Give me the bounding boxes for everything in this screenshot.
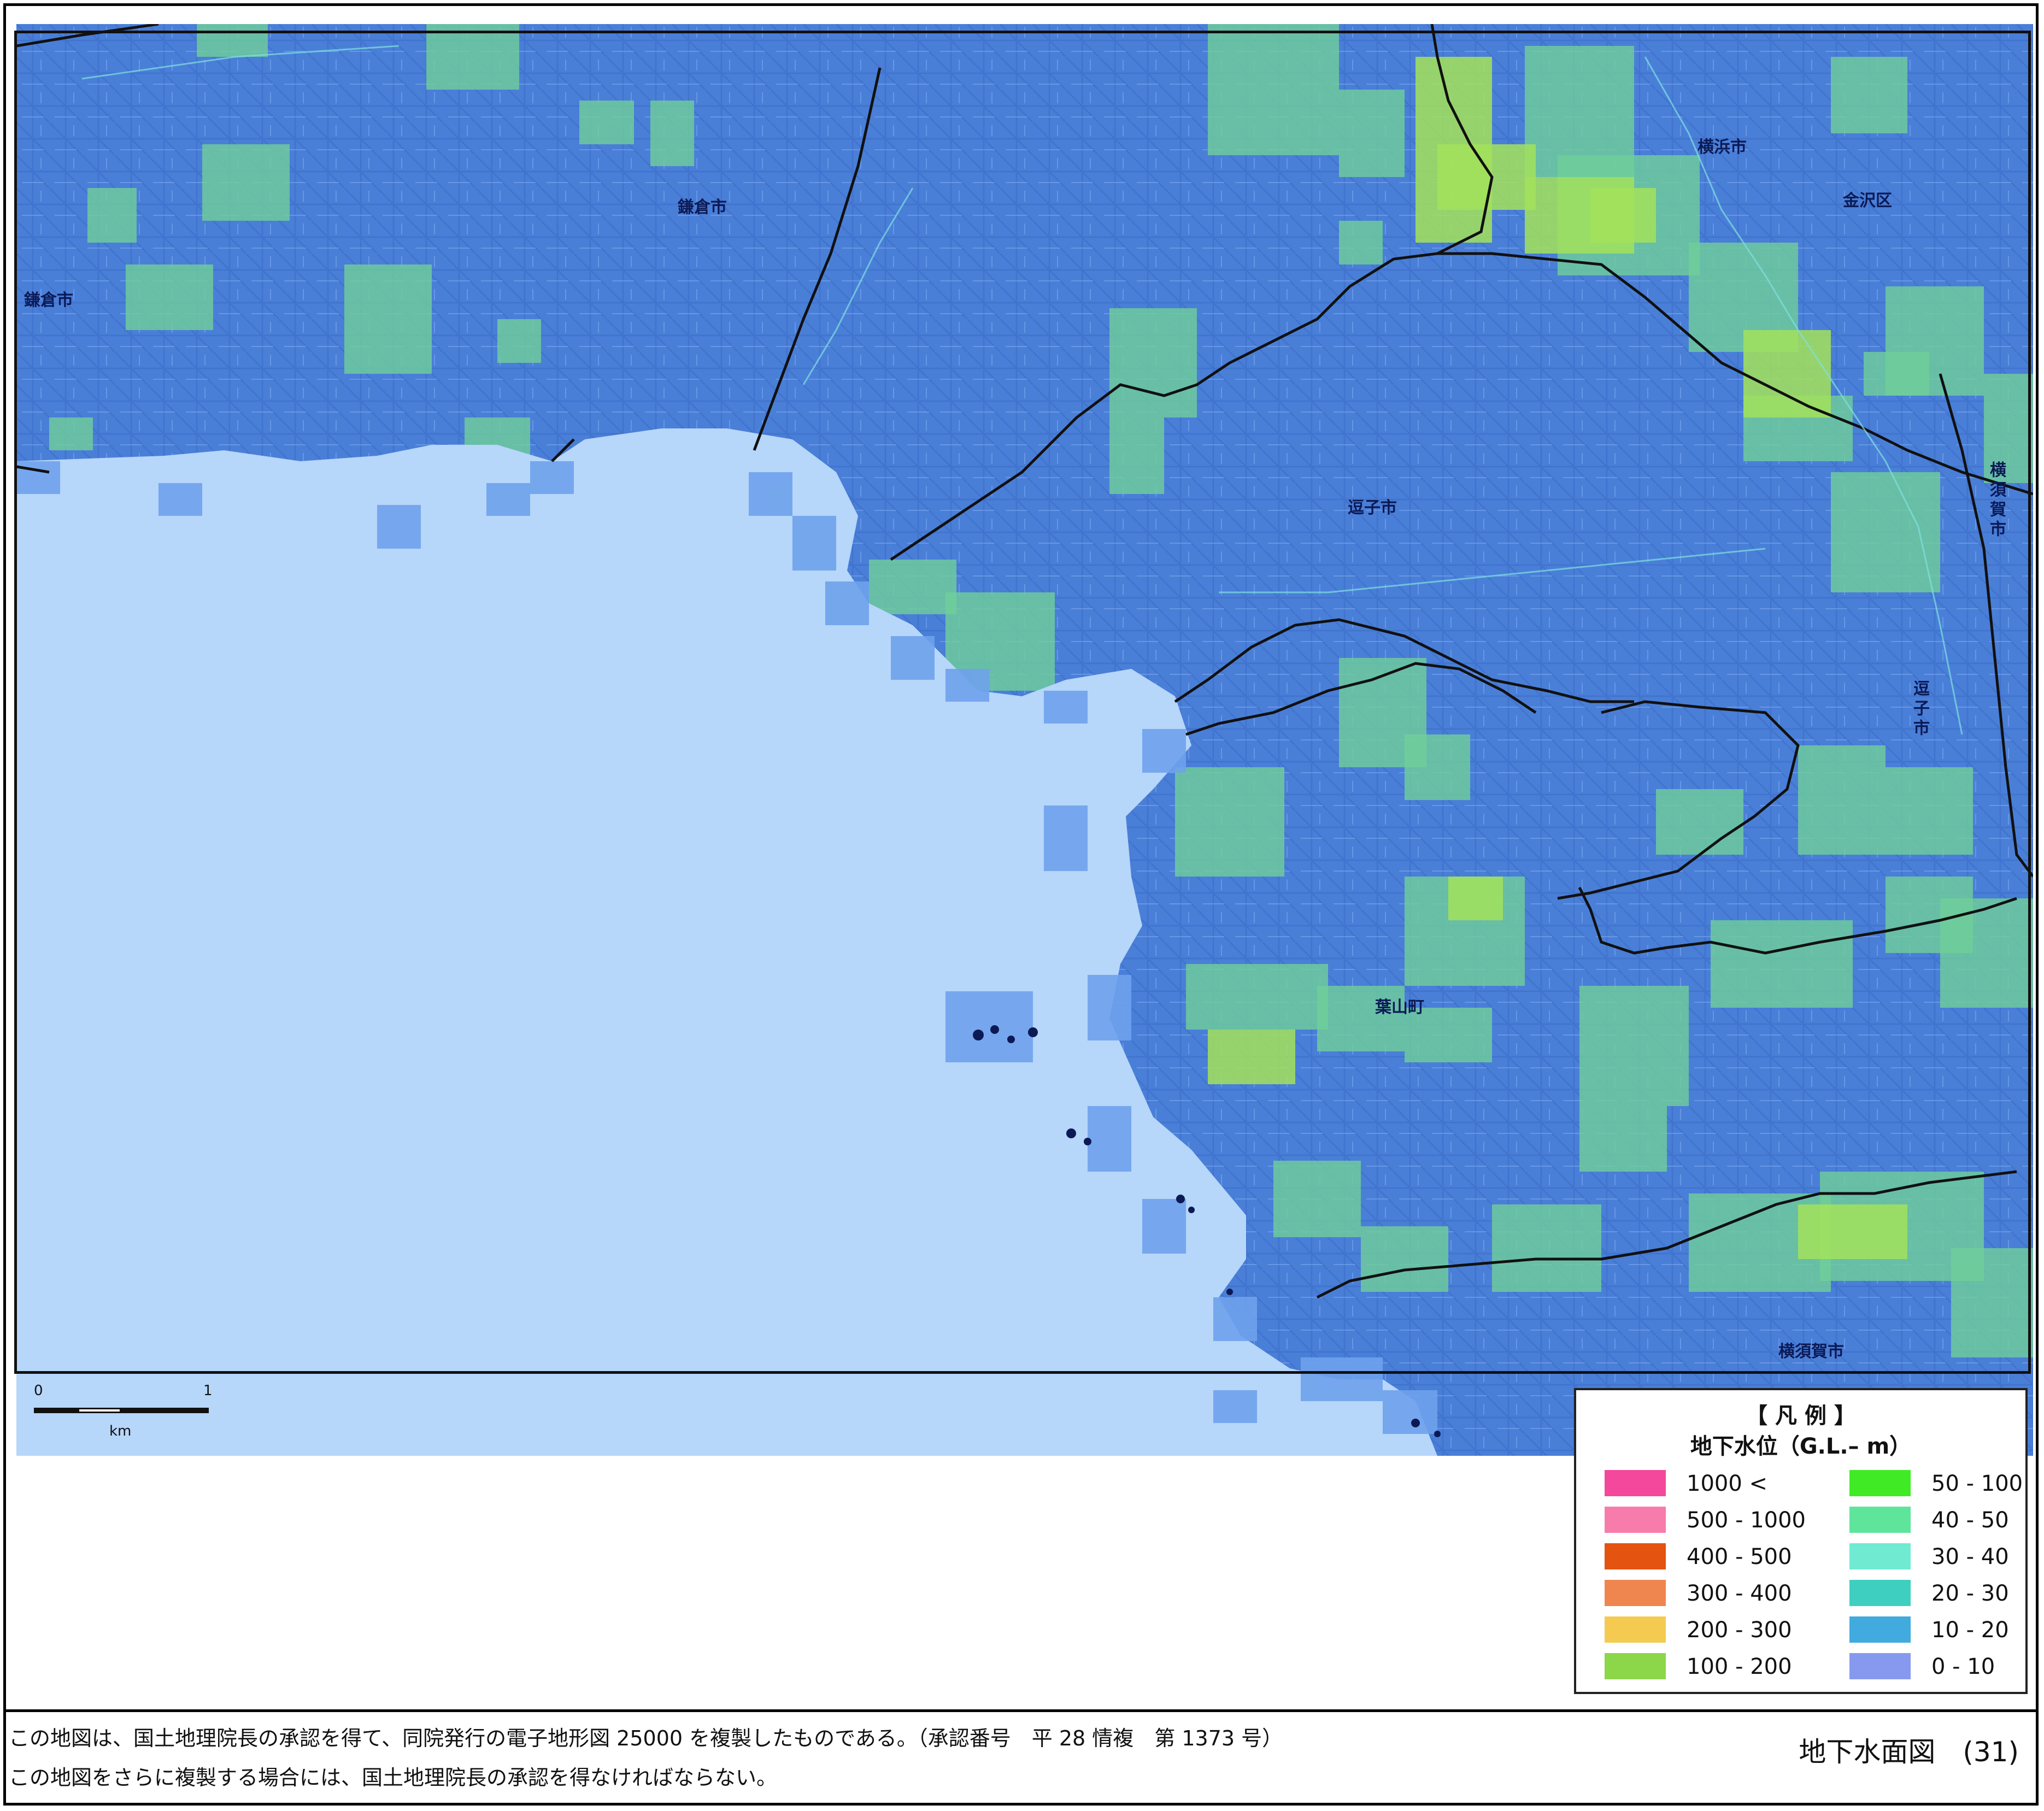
legend-label: 10 - 20 — [1931, 1618, 2009, 1643]
legend-swatch — [1605, 1507, 1666, 1533]
copyright-notice: この地図は、国土地理院長の承認を得て、同院発行の電子地形図 25000 を複製し… — [9, 1726, 1283, 1750]
legend-swatch — [1849, 1653, 1911, 1679]
scale-start-label: 0 — [34, 1383, 43, 1399]
legend-label: 400 - 500 — [1687, 1544, 1792, 1569]
legend-label: 50 - 100 — [1931, 1471, 2023, 1496]
footer-divider — [3, 1709, 2039, 1712]
legend-swatch — [1605, 1616, 1666, 1643]
scale-unit-label: km — [109, 1423, 132, 1439]
map-neat-line — [14, 31, 2031, 1374]
legend-swatch — [1849, 1616, 1911, 1643]
legend-label: 100 - 200 — [1687, 1654, 1792, 1679]
legend-label: 30 - 40 — [1931, 1544, 2009, 1569]
scale-segment — [34, 1408, 78, 1413]
scale-end-label: 1 — [203, 1383, 213, 1399]
legend-swatch — [1605, 1470, 1666, 1496]
legend-swatch — [1849, 1580, 1911, 1606]
legend-label: 0 - 10 — [1931, 1654, 1995, 1679]
legend-swatch — [1605, 1653, 1666, 1679]
legend: 【 凡 例 】 地下水位（G.L.– m） 1000 < 500 - 1000 … — [1574, 1388, 2028, 1694]
legend-swatch — [1849, 1543, 1911, 1569]
legend-label: 40 - 50 — [1931, 1508, 2009, 1533]
scale-segment — [121, 1408, 209, 1413]
legend-swatch — [1849, 1470, 1911, 1496]
legend-label: 20 - 30 — [1931, 1581, 2009, 1606]
legend-swatch — [1605, 1580, 1666, 1606]
reproduction-notice: この地図をさらに複製する場合には、国土地理院長の承認を得なければならない。 — [9, 1766, 778, 1790]
legend-subtitle: 地下水位（G.L.– m） — [1690, 1434, 1912, 1459]
legend-swatch — [1849, 1507, 1911, 1533]
scale-bar: 0 1 km — [34, 1383, 220, 1443]
scale-segment — [78, 1408, 121, 1413]
legend-label: 300 - 400 — [1687, 1581, 1792, 1606]
legend-title: 【 凡 例 】 — [1746, 1403, 1856, 1428]
legend-swatch — [1605, 1543, 1666, 1569]
legend-label: 500 - 1000 — [1687, 1508, 1806, 1533]
legend-label: 1000 < — [1687, 1471, 1768, 1496]
map-caption: 地下水面図 (31) — [1799, 1736, 2019, 1768]
legend-label: 200 - 300 — [1687, 1618, 1792, 1643]
